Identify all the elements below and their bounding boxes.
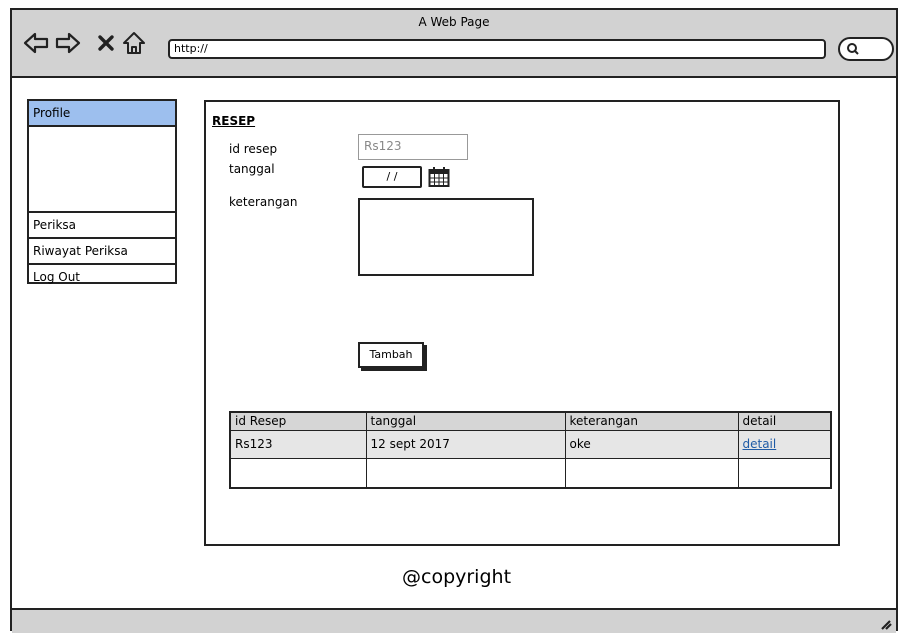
column-header: id Resep (229, 411, 367, 431)
sidebar: Profile Periksa Riwayat Periksa Log Out (27, 99, 177, 284)
sidebar-item-profile[interactable]: Profile (29, 101, 175, 127)
back-icon (23, 32, 49, 54)
column-header: detail (737, 411, 832, 431)
tanggal-label: tanggal (229, 162, 275, 176)
table-cell (229, 457, 367, 489)
tanggal-input[interactable]: / / (362, 166, 422, 188)
table-cell: Rs123 (229, 429, 367, 459)
id-resep-label: id resep (229, 142, 278, 156)
title-bar: A Web Page http:// (12, 10, 896, 78)
table-cell: detail (737, 429, 832, 459)
sidebar-item-log-out[interactable]: Log Out (29, 265, 175, 291)
column-header: keterangan (564, 411, 739, 431)
table-header-row: id Resep tanggal keterangan detail (229, 411, 832, 431)
id-resep-input[interactable]: Rs123 (358, 134, 468, 160)
table-row (229, 457, 832, 489)
resize-grip-icon[interactable] (878, 616, 892, 630)
home-button[interactable] (120, 30, 148, 56)
keterangan-label: keterangan (229, 195, 298, 209)
calendar-icon[interactable] (428, 166, 450, 188)
sidebar-item-periksa[interactable]: Periksa (29, 213, 175, 239)
detail-link[interactable]: detail (743, 437, 777, 451)
close-icon (98, 35, 114, 51)
back-button[interactable] (22, 30, 50, 56)
forward-icon (55, 32, 81, 54)
table-cell (564, 457, 739, 489)
url-input[interactable]: http:// (168, 39, 826, 59)
status-bar (12, 608, 896, 633)
table-cell: oke (564, 429, 739, 459)
resep-table: id Resep tanggal keterangan detail Rs123… (229, 411, 832, 489)
column-header: tanggal (365, 411, 566, 431)
table-row: Rs123 12 sept 2017 oke detail (229, 429, 832, 459)
stop-button[interactable] (92, 30, 120, 56)
page-title: RESEP (212, 114, 256, 128)
forward-button[interactable] (54, 30, 82, 56)
table-cell (365, 457, 566, 489)
footer-copyright: @copyright (402, 566, 512, 588)
table-cell: 12 sept 2017 (365, 429, 566, 459)
keterangan-textarea[interactable] (358, 198, 534, 276)
search-button[interactable] (838, 37, 894, 61)
sidebar-item-riwayat-periksa[interactable]: Riwayat Periksa (29, 239, 175, 265)
main-panel: RESEP id resep Rs123 tanggal / / keteran… (204, 100, 840, 546)
tambah-button[interactable]: Tambah (358, 342, 424, 368)
table-cell (737, 457, 832, 489)
sidebar-spacer (29, 127, 175, 213)
search-icon (847, 43, 859, 55)
home-icon (123, 32, 145, 54)
window-title: A Web Page (418, 15, 490, 29)
browser-window: A Web Page http:// Profile Periksa Riway… (10, 8, 898, 633)
